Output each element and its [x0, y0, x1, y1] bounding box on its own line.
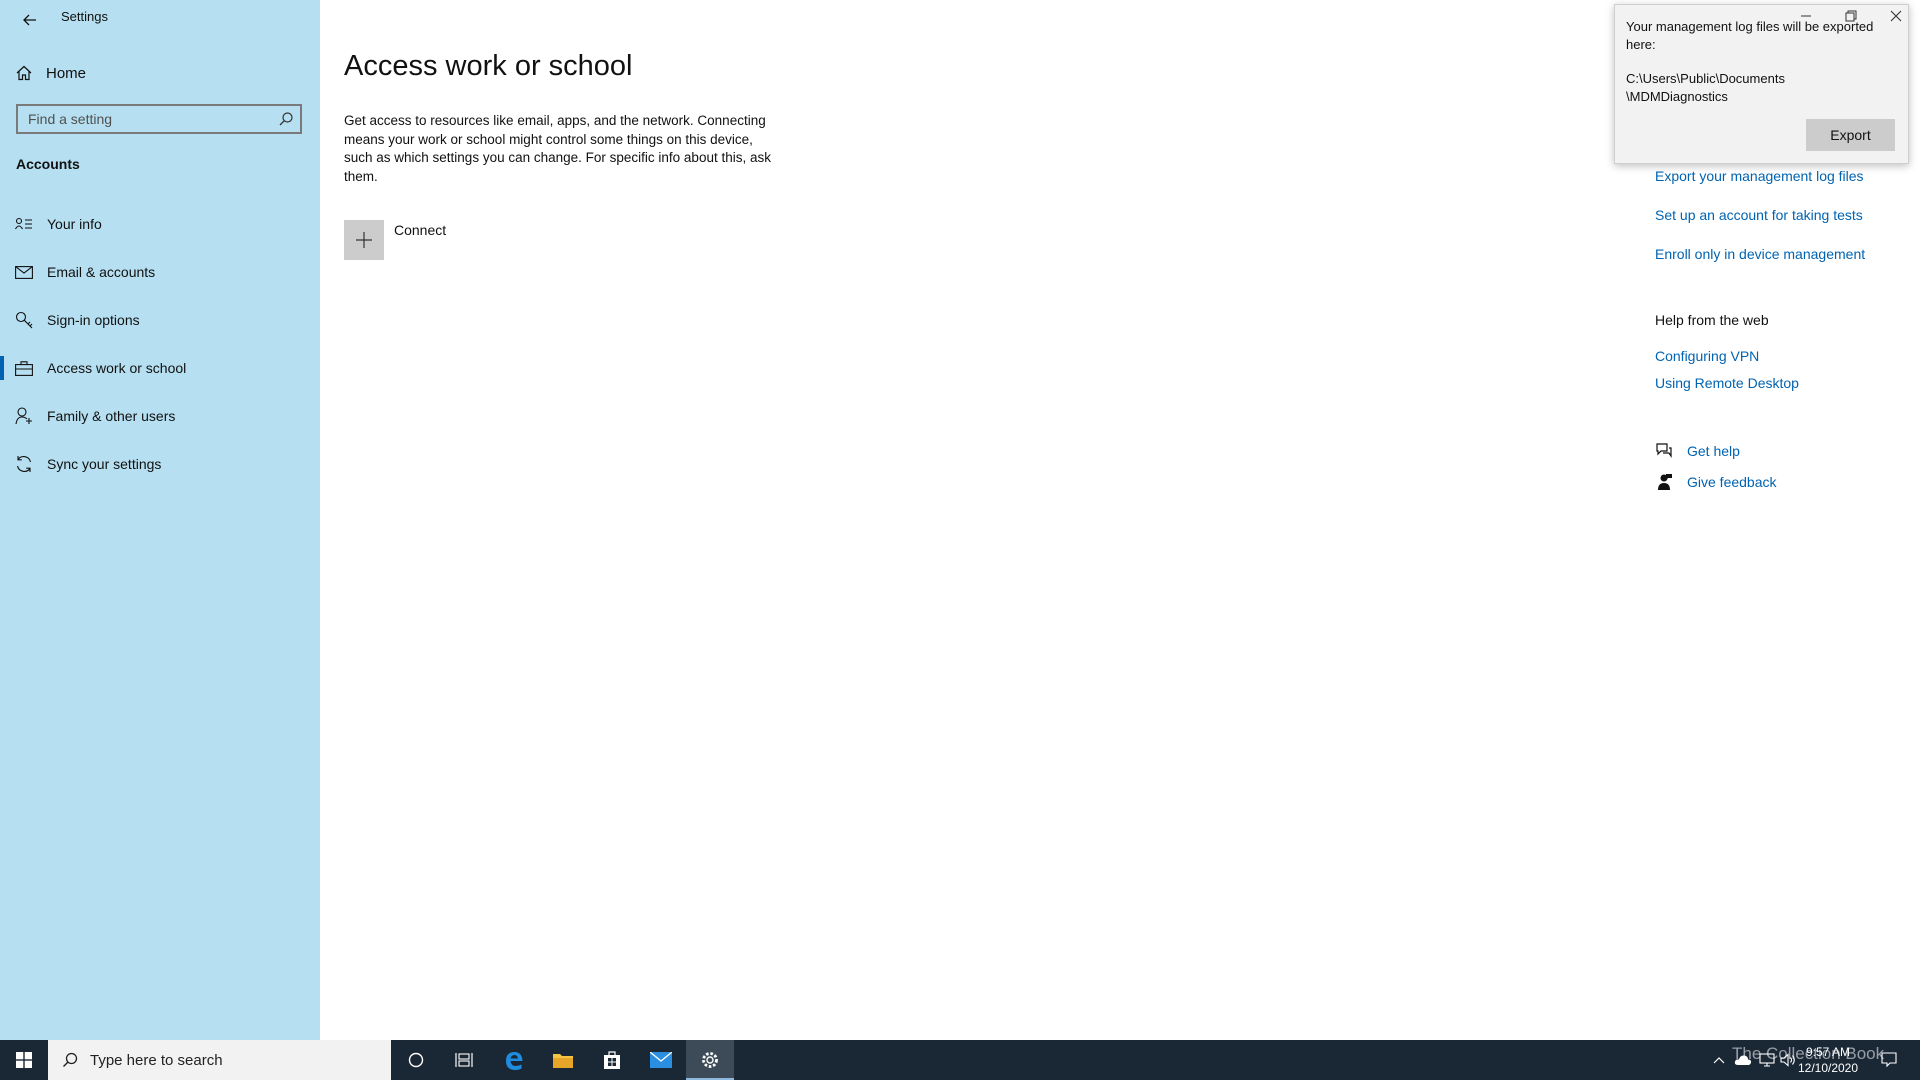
dialog-message: Your management log files will be export… — [1626, 19, 1874, 52]
back-button[interactable] — [16, 6, 44, 34]
task-view-icon — [455, 1053, 473, 1067]
cortana-button[interactable] — [392, 1040, 440, 1080]
give-feedback-icon — [1658, 474, 1672, 490]
sidebar-item-access-work-school[interactable]: Access work or school — [0, 348, 320, 388]
sidebar: Settings Home Accounts Your info Email &… — [0, 0, 320, 1040]
file-explorer-taskbar-button[interactable] — [539, 1040, 587, 1080]
store-taskbar-button[interactable] — [588, 1040, 636, 1080]
clock-date: 12/10/2020 — [1797, 1061, 1859, 1075]
settings-taskbar-button[interactable] — [686, 1040, 734, 1080]
windows-logo-icon — [16, 1052, 32, 1068]
home-icon — [16, 65, 32, 81]
key-icon — [14, 310, 34, 330]
export-log-dialog: Your management log files will be export… — [1614, 4, 1909, 164]
sidebar-item-sync-settings[interactable]: Sync your settings — [0, 444, 320, 484]
sidebar-item-email-accounts[interactable]: Email & accounts — [0, 252, 320, 292]
find-setting-search[interactable] — [16, 104, 302, 134]
give-feedback-link[interactable]: Give feedback — [1655, 471, 1777, 493]
app-title: Settings — [61, 9, 108, 24]
home-label: Home — [46, 64, 87, 82]
task-view-button[interactable] — [440, 1040, 488, 1080]
store-bag-icon — [604, 1051, 620, 1069]
action-center-button[interactable] — [1874, 1040, 1904, 1080]
sidebar-item-label: Family & other users — [47, 408, 176, 424]
dialog-path: C:\Users\Public\Documents \MDMDiagnostic… — [1626, 70, 1896, 106]
page-title: Access work or school — [344, 50, 633, 82]
mail-icon — [14, 262, 34, 282]
briefcase-icon — [14, 358, 34, 378]
gear-icon — [702, 1052, 718, 1068]
taskbar: Type here to search The Collection Book … — [0, 1040, 1920, 1080]
give-feedback-label: Give feedback — [1687, 474, 1777, 490]
export-button[interactable]: Export — [1806, 119, 1895, 151]
edge-browser-icon — [506, 1052, 523, 1070]
sidebar-item-family-users[interactable]: Family & other users — [0, 396, 320, 436]
remote-desktop-link[interactable]: Using Remote Desktop — [1655, 375, 1799, 391]
cortana-icon — [408, 1052, 424, 1068]
search-input[interactable] — [18, 106, 268, 132]
section-title: Accounts — [16, 156, 80, 172]
notification-icon — [1881, 1052, 1897, 1068]
chevron-up-icon — [1713, 1057, 1725, 1064]
search-icon — [63, 1052, 78, 1067]
sidebar-item-your-info[interactable]: Your info — [0, 204, 320, 244]
connect-button[interactable]: Connect — [344, 220, 446, 260]
home-nav-item[interactable]: Home — [16, 60, 86, 86]
help-heading: Help from the web — [1655, 312, 1769, 328]
taskbar-search-box[interactable]: Type here to search — [48, 1040, 391, 1080]
back-arrow-icon — [23, 14, 36, 26]
get-help-label: Get help — [1687, 443, 1740, 459]
get-help-icon — [1656, 443, 1672, 458]
person-add-icon — [14, 406, 34, 426]
dialog-path-line: \MDMDiagnostics — [1626, 89, 1728, 104]
configuring-vpn-link[interactable]: Configuring VPN — [1655, 348, 1759, 364]
edge-taskbar-button[interactable] — [490, 1040, 538, 1080]
sidebar-item-label: Sync your settings — [47, 456, 162, 472]
search-icon[interactable] — [278, 111, 294, 127]
connect-label: Connect — [394, 222, 447, 238]
sidebar-item-sign-in-options[interactable]: Sign-in options — [0, 300, 320, 340]
page-description: Get access to resources like email, apps… — [344, 113, 771, 184]
enroll-device-management-link[interactable]: Enroll only in device management — [1655, 246, 1865, 262]
show-hidden-icons-button[interactable] — [1708, 1040, 1730, 1080]
sync-icon — [14, 454, 34, 474]
clock-time: 9:57 AM — [1805, 1045, 1851, 1059]
taskbar-search-placeholder: Type here to search — [90, 1051, 223, 1069]
sidebar-item-label: Email & accounts — [47, 264, 156, 280]
mail-taskbar-button[interactable] — [637, 1040, 685, 1080]
start-button[interactable] — [0, 1040, 48, 1080]
mail-app-icon — [650, 1052, 672, 1068]
contact-card-icon — [14, 214, 34, 234]
sidebar-item-label: Your info — [47, 216, 102, 232]
sidebar-item-label: Access work or school — [47, 360, 187, 376]
plus-icon — [344, 220, 384, 260]
folder-icon — [553, 1054, 573, 1068]
export-log-files-link[interactable]: Export your management log files — [1655, 168, 1864, 184]
get-help-link[interactable]: Get help — [1655, 440, 1740, 462]
taskbar-clock[interactable]: 9:57 AM 12/10/2020 — [1796, 1044, 1860, 1076]
test-account-link[interactable]: Set up an account for taking tests — [1655, 207, 1863, 223]
sidebar-item-label: Sign-in options — [47, 312, 140, 328]
dialog-path-line: C:\Users\Public\Documents — [1626, 71, 1785, 86]
